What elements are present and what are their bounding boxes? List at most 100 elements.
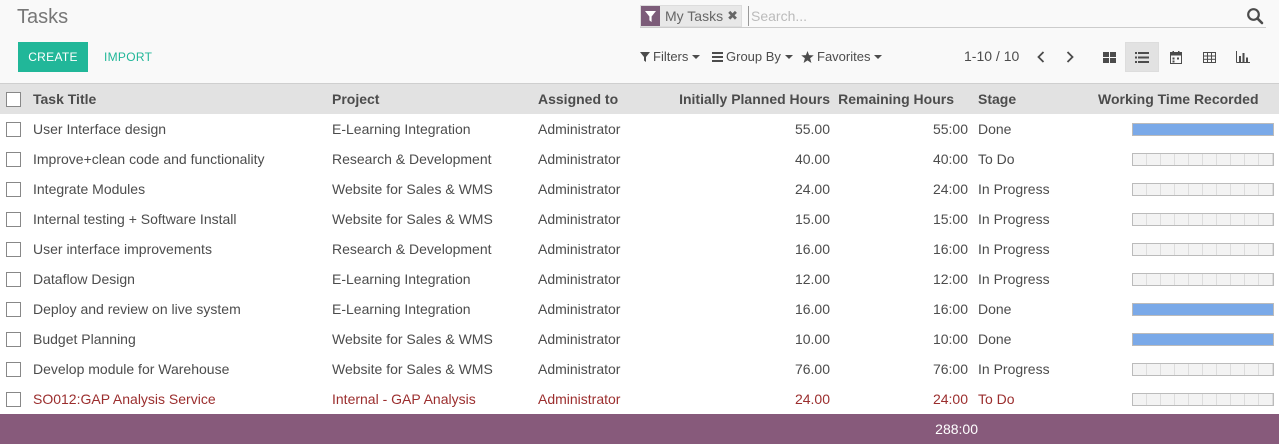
assigned-to-cell[interactable]: Administrator xyxy=(538,264,656,294)
planned-hours-cell[interactable]: 24.00 xyxy=(656,384,832,414)
row-checkbox[interactable] xyxy=(6,182,21,198)
stage-cell[interactable]: Done xyxy=(978,294,1088,324)
project-cell[interactable]: Internal - GAP Analysis xyxy=(332,384,538,414)
row-checkbox[interactable] xyxy=(6,272,21,288)
graph-view-icon[interactable] xyxy=(1226,42,1260,72)
row-checkbox[interactable] xyxy=(6,152,21,168)
assigned-to-cell[interactable]: Administrator xyxy=(538,144,656,174)
remaining-hours-cell[interactable]: 12:00 xyxy=(832,264,978,294)
planned-hours-cell[interactable]: 40.00 xyxy=(656,144,832,174)
table-row[interactable]: User interface improvements Research & De… xyxy=(0,234,1279,264)
project-cell[interactable]: E-Learning Integration xyxy=(332,114,538,144)
task-title-cell[interactable]: Budget Planning xyxy=(33,324,332,354)
facet-remove-icon[interactable]: ✖ xyxy=(727,6,741,26)
remaining-hours-cell[interactable]: 16:00 xyxy=(832,294,978,324)
filters-dropdown[interactable]: Filters xyxy=(640,49,701,64)
task-title-cell[interactable]: Develop module for Warehouse xyxy=(33,354,332,384)
task-title-cell[interactable]: Internal testing + Software Install xyxy=(33,204,332,234)
pager-next-icon[interactable] xyxy=(1060,46,1080,68)
column-header-task-title[interactable]: Task Title xyxy=(33,84,332,114)
search-icon[interactable] xyxy=(1246,7,1264,25)
search-input[interactable] xyxy=(748,6,1228,26)
stage-cell[interactable]: To Do xyxy=(978,384,1088,414)
project-cell[interactable]: Website for Sales & WMS xyxy=(332,324,538,354)
column-header-remaining-hours[interactable]: Remaining Hours xyxy=(832,84,978,114)
row-checkbox[interactable] xyxy=(6,332,21,348)
assigned-to-cell[interactable]: Administrator xyxy=(538,294,656,324)
task-title-cell[interactable]: Integrate Modules xyxy=(33,174,332,204)
remaining-hours-cell[interactable]: 24:00 xyxy=(832,384,978,414)
import-button[interactable]: IMPORT xyxy=(96,42,160,72)
planned-hours-cell[interactable]: 16.00 xyxy=(656,294,832,324)
create-button[interactable]: CREATE xyxy=(18,42,88,72)
column-header-planned-hours[interactable]: Initially Planned Hours xyxy=(656,84,832,114)
column-header-project[interactable]: Project xyxy=(332,84,538,114)
assigned-to-cell[interactable]: Administrator xyxy=(538,384,656,414)
planned-hours-cell[interactable]: 16.00 xyxy=(656,234,832,264)
table-row[interactable]: User Interface design E-Learning Integrat… xyxy=(0,114,1279,144)
column-header-stage[interactable]: Stage xyxy=(978,84,1088,114)
stage-cell[interactable]: In Progress xyxy=(978,174,1088,204)
assigned-to-cell[interactable]: Administrator xyxy=(538,234,656,264)
calendar-view-icon[interactable] xyxy=(1159,42,1193,72)
row-checkbox[interactable] xyxy=(6,362,21,378)
planned-hours-cell[interactable]: 55.00 xyxy=(656,114,832,144)
row-checkbox[interactable] xyxy=(6,242,21,258)
project-cell[interactable]: Website for Sales & WMS xyxy=(332,174,538,204)
stage-cell[interactable]: To Do xyxy=(978,144,1088,174)
project-cell[interactable]: Website for Sales & WMS xyxy=(332,204,538,234)
stage-cell[interactable]: Done xyxy=(978,114,1088,144)
project-cell[interactable]: E-Learning Integration xyxy=(332,294,538,324)
favorites-dropdown[interactable]: Favorites xyxy=(801,49,883,64)
planned-hours-cell[interactable]: 24.00 xyxy=(656,174,832,204)
project-cell[interactable]: Research & Development xyxy=(332,144,538,174)
stage-cell[interactable]: In Progress xyxy=(978,204,1088,234)
stage-cell[interactable]: In Progress xyxy=(978,354,1088,384)
assigned-to-cell[interactable]: Administrator xyxy=(538,204,656,234)
pager-previous-icon[interactable] xyxy=(1031,46,1051,68)
select-all-checkbox[interactable] xyxy=(6,92,21,108)
task-title-cell[interactable]: Dataflow Design xyxy=(33,264,332,294)
table-row[interactable]: Deploy and review on live system E-Learni… xyxy=(0,294,1279,324)
table-row[interactable]: Dataflow Design E-Learning Integration Adm… xyxy=(0,264,1279,294)
list-view-icon[interactable] xyxy=(1125,42,1159,72)
remaining-hours-cell[interactable]: 24:00 xyxy=(832,174,978,204)
pager-value[interactable]: 1-10 / 10 xyxy=(964,48,1019,64)
pivot-view-icon[interactable] xyxy=(1192,42,1226,72)
table-row[interactable]: Budget Planning Website for Sales & WMS Ad… xyxy=(0,324,1279,354)
column-header-assigned-to[interactable]: Assigned to xyxy=(538,84,656,114)
assigned-to-cell[interactable]: Administrator xyxy=(538,174,656,204)
task-title-cell[interactable]: SO012:GAP Analysis Service xyxy=(33,384,332,414)
table-row[interactable]: SO012:GAP Analysis Service Internal - GAP… xyxy=(0,384,1279,414)
row-checkbox[interactable] xyxy=(6,122,21,138)
task-title-cell[interactable]: Deploy and review on live system xyxy=(33,294,332,324)
table-row[interactable]: Develop module for Warehouse Website for … xyxy=(0,354,1279,384)
remaining-hours-cell[interactable]: 15:00 xyxy=(832,204,978,234)
planned-hours-cell[interactable]: 12.00 xyxy=(656,264,832,294)
row-checkbox[interactable] xyxy=(6,302,21,318)
kanban-view-icon[interactable] xyxy=(1092,42,1126,72)
stage-cell[interactable]: Done xyxy=(978,324,1088,354)
groupby-dropdown[interactable]: Group By xyxy=(712,49,793,64)
stage-cell[interactable]: In Progress xyxy=(978,234,1088,264)
project-cell[interactable]: Website for Sales & WMS xyxy=(332,354,538,384)
remaining-hours-cell[interactable]: 76:00 xyxy=(832,354,978,384)
task-title-cell[interactable]: User interface improvements xyxy=(33,234,332,264)
remaining-hours-cell[interactable]: 16:00 xyxy=(832,234,978,264)
project-cell[interactable]: E-Learning Integration xyxy=(332,264,538,294)
search-facet[interactable]: My Tasks ✖ xyxy=(640,5,743,27)
column-header-working-time[interactable]: Working Time Recorded xyxy=(1088,84,1279,114)
stage-cell[interactable]: In Progress xyxy=(978,264,1088,294)
planned-hours-cell[interactable]: 10.00 xyxy=(656,324,832,354)
table-row[interactable]: Integrate Modules Website for Sales & WMS… xyxy=(0,174,1279,204)
planned-hours-cell[interactable]: 15.00 xyxy=(656,204,832,234)
remaining-hours-cell[interactable]: 55:00 xyxy=(832,114,978,144)
row-checkbox[interactable] xyxy=(6,212,21,228)
task-title-cell[interactable]: Improve+clean code and functionality xyxy=(33,144,332,174)
assigned-to-cell[interactable]: Administrator xyxy=(538,324,656,354)
planned-hours-cell[interactable]: 76.00 xyxy=(656,354,832,384)
assigned-to-cell[interactable]: Administrator xyxy=(538,114,656,144)
table-row[interactable]: Internal testing + Software Install Websi… xyxy=(0,204,1279,234)
assigned-to-cell[interactable]: Administrator xyxy=(538,354,656,384)
task-title-cell[interactable]: User Interface design xyxy=(33,114,332,144)
